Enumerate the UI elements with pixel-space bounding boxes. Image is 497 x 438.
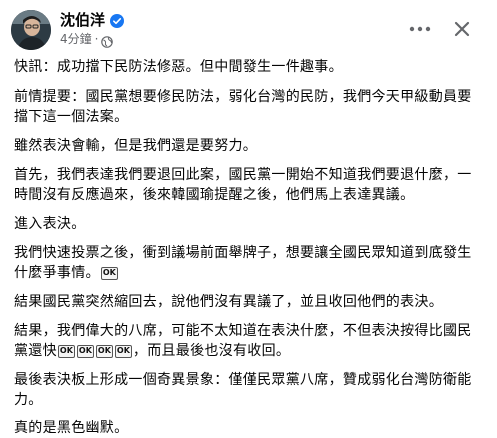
post-paragraph: 首先，我們表達我們要退回此案，國民黨一開始不知道我們要退什麼，一時間沒有反應過來… [14,167,472,203]
post-header: 沈伯洋 4分鐘 · [0,0,497,56]
post-paragraph: 我們快速投票之後，衝到議場前面舉牌子，想要讓全國民眾知道到底發生什麼爭事情。 OK [14,243,484,283]
ok-emoji-icon: OK [95,345,113,358]
ok-emoji-icon: OK [114,345,132,358]
avatar-image [11,10,51,50]
close-button[interactable] [449,16,475,42]
ok-emoji-icon: OK [100,267,118,280]
more-options-icon [409,26,431,32]
ok-emoji-icon: OK [57,345,75,358]
post-paragraph: 雖然表決會輸，但是我們還是要努力。 [14,138,258,154]
meta-separator: · [94,32,99,46]
post-meta: 4分鐘 · [60,31,114,48]
post-paragraph: 快訊：成功擋下民防法修惡。但中間發生一件趣事。 [14,59,343,75]
post-paragraph: 結果國民黨突然縮回去，說他們沒有異議了，並且收回他們的表決。 [14,294,443,310]
verified-badge-icon [110,13,125,28]
globe-icon [101,33,114,48]
post-timestamp[interactable]: 4分鐘 [60,31,92,47]
post-paragraph: 最後表決板上形成一個奇異景象：僅僅民眾黨八席，贊成弱化台灣防衛能力。 [14,372,472,408]
author-name[interactable]: 沈伯洋 [60,10,105,30]
post-paragraph: 結果，我們偉大的八席，可能不太知道在表決什麼，不但表決按得比國民黨還快 OK OK O… [14,321,484,361]
post-paragraph: 前情提要：國民黨想要修民防法，弱化台灣的民防，我們今天甲級動員要擋下這一個法案。 [14,89,472,125]
more-options-button[interactable] [406,17,434,41]
ok-emoji-icon: OK [76,345,94,358]
post-paragraph: 進入表決。 [14,216,86,232]
author-row: 沈伯洋 [60,10,125,30]
paragraph-tail: ，而且最後也沒有收回。 [132,343,291,359]
close-icon [454,21,470,37]
avatar[interactable] [11,10,51,50]
post-paragraph: 真的是黑色幽默。 [14,420,129,436]
paragraph-text: 我們快速投票之後，衝到議場前面舉牌子，想要讓全國民眾知道到底發生什麼爭事情。 [14,245,472,281]
